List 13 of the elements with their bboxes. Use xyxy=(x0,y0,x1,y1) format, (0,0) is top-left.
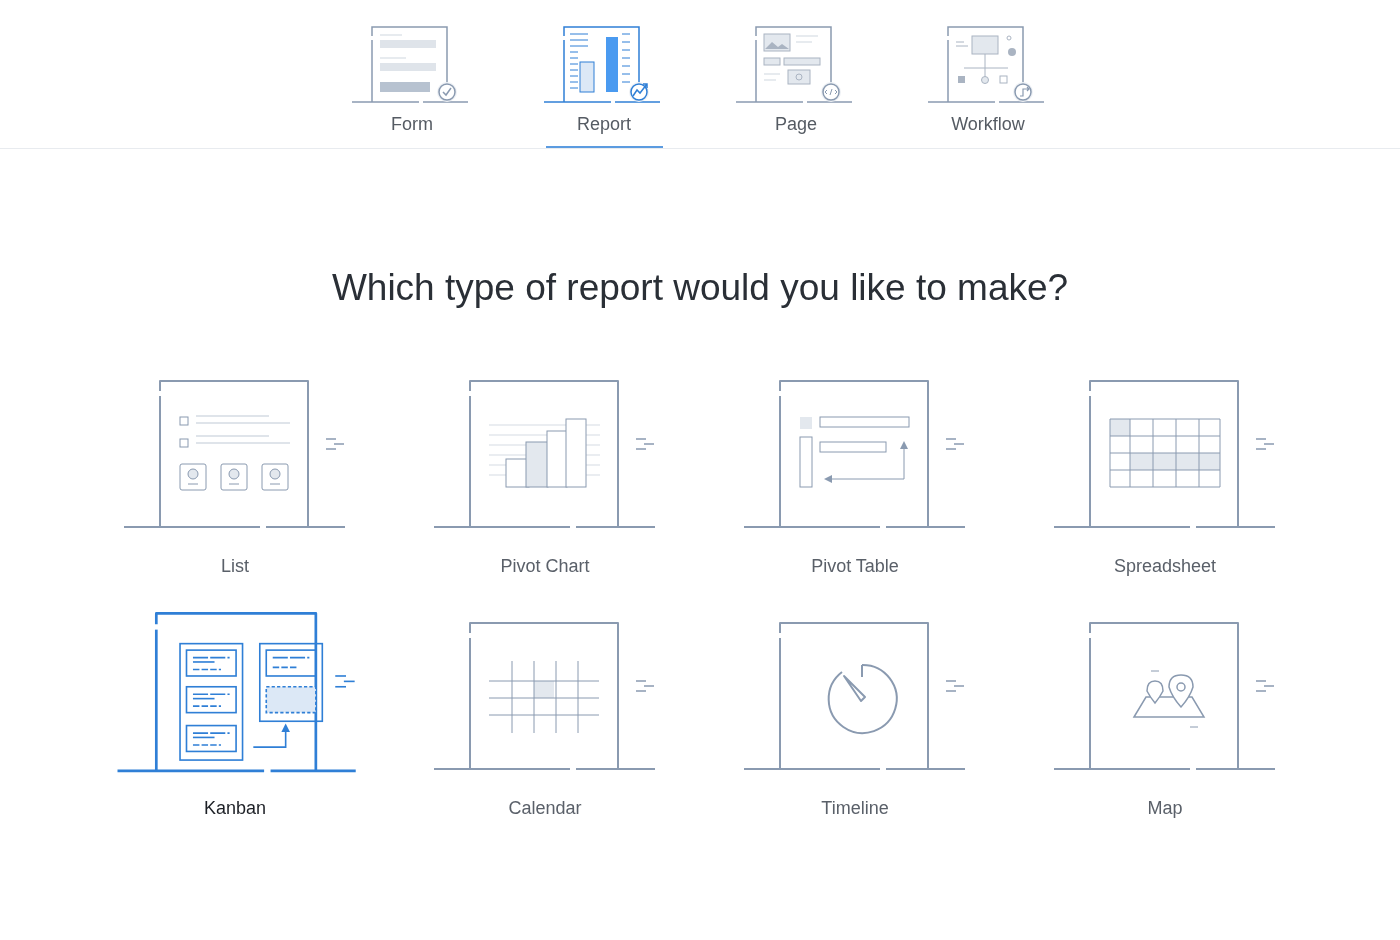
page-heading: Which type of report would you like to make? xyxy=(330,266,1070,310)
report-type-option[interactable]: Kanban xyxy=(80,604,390,822)
tab[interactable]: Form xyxy=(353,0,471,148)
report-type-option[interactable]: List xyxy=(80,362,390,580)
report-type-option[interactable]: Pivot Chart xyxy=(390,362,700,580)
report-type-option[interactable]: Calendar xyxy=(390,604,700,822)
report-type-option[interactable]: Timeline xyxy=(700,604,1010,822)
tab[interactable]: Page xyxy=(737,0,855,148)
report-type-option[interactable]: Pivot Table xyxy=(700,362,1010,580)
report-type-option[interactable]: Spreadsheet xyxy=(1010,362,1320,580)
report-type-option[interactable]: Map xyxy=(1010,604,1320,822)
tab[interactable]: Workflow xyxy=(929,0,1047,148)
tab[interactable]: Report xyxy=(545,0,663,148)
